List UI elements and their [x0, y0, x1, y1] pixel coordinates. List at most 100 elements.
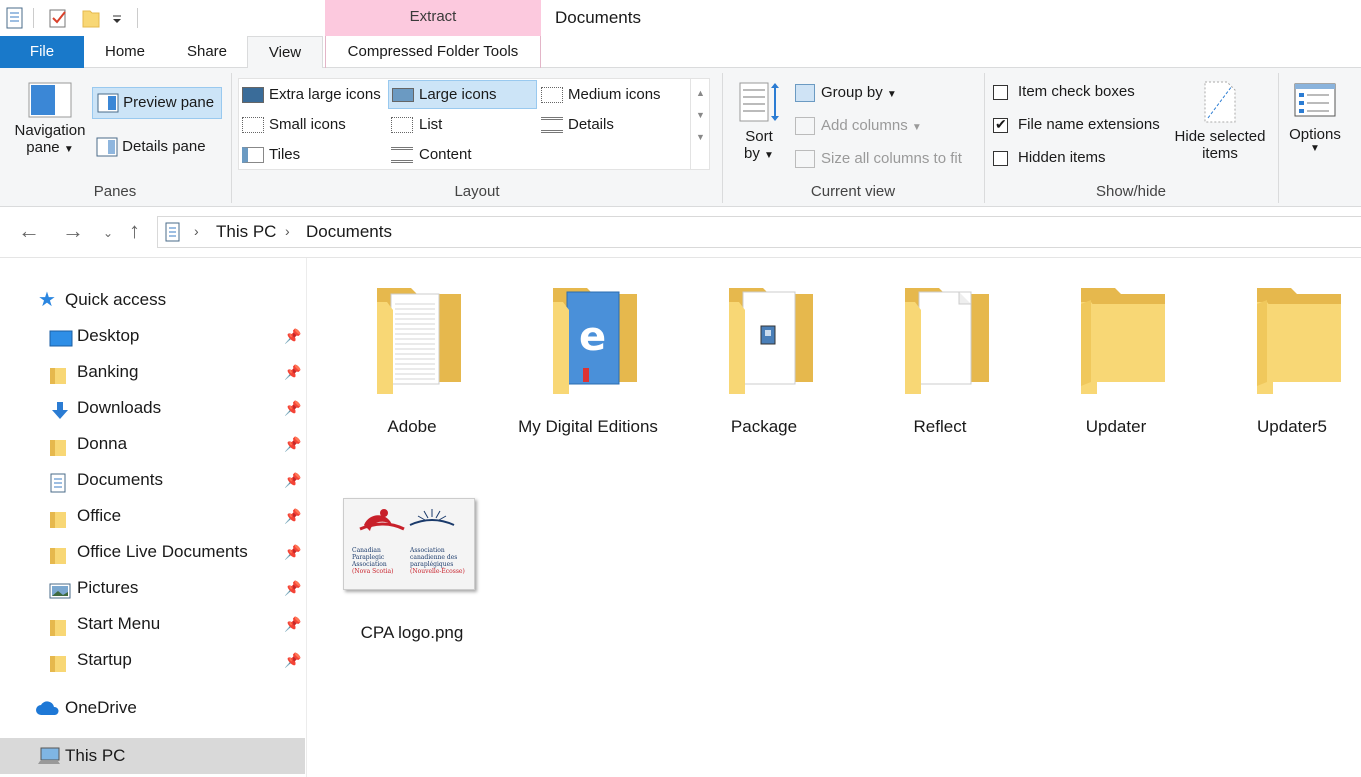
file-name-extensions-checkbox[interactable]: ✔ — [993, 116, 1008, 133]
layout-small-icons[interactable]: Small icons — [242, 112, 346, 138]
nav-this-pc[interactable]: This PC — [0, 738, 305, 774]
hidden-items-toggle[interactable]: Hidden items — [993, 146, 1106, 170]
pin-icon[interactable]: 📌 — [284, 462, 301, 498]
size-columns-button: Size all columns to fit — [795, 146, 962, 172]
hidden-items-checkbox[interactable] — [993, 150, 1008, 166]
layout-content[interactable]: Content — [391, 142, 472, 168]
pin-icon[interactable]: 📌 — [284, 642, 301, 678]
layout-large-icons[interactable]: Large icons — [388, 80, 537, 109]
navigation-pane-button[interactable]: Navigation pane ▼ — [8, 82, 92, 156]
layout-list[interactable]: List — [391, 112, 442, 138]
nav-onedrive[interactable]: OneDrive — [0, 690, 305, 726]
tab-file[interactable]: File — [0, 36, 84, 68]
sidebar-item-pictures[interactable]: Pictures 📌 — [0, 570, 305, 606]
pin-icon[interactable]: 📌 — [284, 354, 301, 390]
sidebar-item-donna[interactable]: Donna 📌 — [0, 426, 305, 462]
pin-icon[interactable]: 📌 — [284, 570, 301, 606]
layout-medium-icons[interactable]: Medium icons — [541, 82, 661, 108]
hide-selected-label-2: items — [1202, 145, 1238, 162]
sidebar-item-downloads[interactable]: Downloads 📌 — [0, 390, 305, 426]
group-by-button[interactable]: Group by ▼ — [795, 80, 897, 106]
sort-by-button[interactable]: Sort by ▼ — [736, 80, 782, 162]
sidebar-item-documents[interactable]: Documents 📌 — [0, 462, 305, 498]
sidebar-item-office[interactable]: Office 📌 — [0, 498, 305, 534]
options-label: Options — [1289, 126, 1341, 143]
folder-icon — [1227, 276, 1357, 411]
folder-item[interactable]: e My Digital Editions — [513, 276, 663, 486]
window-title: Documents — [555, 8, 641, 27]
scroll-up-icon[interactable]: ▲ — [691, 86, 710, 100]
ribbon-tabs: File Home Share View Compressed Folder T… — [0, 36, 1361, 69]
hide-selected-items-button[interactable]: Hide selected items — [1170, 80, 1270, 162]
properties-icon[interactable] — [4, 6, 26, 30]
layout-extra-large-icons[interactable]: Extra large icons — [242, 82, 381, 108]
sidebar-item-startup[interactable]: Startup 📌 — [0, 642, 305, 678]
tab-home[interactable]: Home — [92, 36, 158, 68]
add-columns-icon — [795, 117, 815, 136]
checkmark-icon[interactable] — [47, 6, 69, 30]
layout-tiles[interactable]: Tiles — [242, 142, 300, 168]
breadcrumb-documents[interactable]: Documents — [306, 222, 392, 242]
hide-selected-icon — [1204, 81, 1236, 123]
breadcrumb-separator-icon[interactable]: › — [194, 223, 199, 239]
details-pane-label: Details pane — [122, 138, 206, 155]
up-arrow-icon[interactable]: ↑ — [129, 218, 140, 244]
recent-locations-chevron-icon[interactable]: ⌄ — [103, 220, 113, 246]
sidebar-item-label: Documents — [77, 470, 163, 489]
logo-text: Association — [410, 547, 445, 554]
pin-icon[interactable]: 📌 — [284, 606, 301, 642]
add-columns-button: Add columns ▼ — [795, 113, 922, 139]
sidebar-item-office-live-documents[interactable]: Office Live Documents 📌 — [0, 534, 305, 570]
large-icons-icon — [392, 88, 414, 103]
navigation-pane-label: Navigation — [14, 122, 86, 139]
sidebar-item-start-menu[interactable]: Start Menu 📌 — [0, 606, 305, 642]
folder-item[interactable]: Updater — [1041, 276, 1191, 486]
gallery-expand-icon[interactable]: ▼ — [691, 130, 710, 144]
navigation-pane-label-2: pane — [26, 139, 60, 156]
pin-icon[interactable]: 📌 — [284, 498, 301, 534]
hide-selected-label: Hide selected — [1174, 128, 1266, 145]
file-name: My Digital Editions — [518, 417, 658, 436]
layout-details[interactable]: Details — [541, 112, 614, 138]
ribbon-view: Navigation pane ▼ Preview pane Details p… — [0, 68, 1361, 207]
new-folder-icon[interactable] — [80, 6, 102, 30]
extra-large-icons-label: Extra large icons — [269, 86, 381, 103]
folder-item[interactable]: Package — [689, 276, 839, 486]
item-check-boxes-toggle[interactable]: Item check boxes — [993, 80, 1135, 104]
folder-item[interactable]: Reflect — [865, 276, 1015, 486]
scroll-down-icon[interactable]: ▼ — [691, 108, 710, 122]
group-by-label: Group by — [821, 84, 883, 101]
image-thumbnail: Canadian Paraplegic Association (Nova Scoti… — [343, 498, 475, 590]
preview-pane-button[interactable]: Preview pane — [92, 87, 222, 119]
nav-quick-access[interactable]: ★ Quick access — [0, 282, 305, 318]
pin-icon[interactable]: 📌 — [284, 426, 301, 462]
pin-icon[interactable]: 📌 — [284, 390, 301, 426]
back-arrow-icon[interactable]: ← — [18, 218, 40, 244]
folder-item[interactable]: Updater5 — [1217, 276, 1361, 486]
medium-icons-label: Medium icons — [568, 86, 661, 103]
star-icon: ★ — [38, 289, 56, 311]
customize-dropdown-icon[interactable] — [108, 6, 130, 30]
address-bar[interactable]: › This PC › Documents — [157, 216, 1361, 248]
options-button[interactable]: Options ▼ — [1284, 82, 1346, 154]
breadcrumb-this-pc[interactable]: This PC — [216, 222, 276, 242]
sidebar-item-banking[interactable]: Banking 📌 — [0, 354, 305, 390]
details-pane-button[interactable]: Details pane — [96, 134, 206, 164]
sidebar-item-desktop[interactable]: Desktop 📌 — [0, 318, 305, 354]
item-check-boxes-checkbox[interactable] — [993, 84, 1008, 100]
sort-icon — [739, 82, 779, 122]
forward-arrow-icon[interactable]: → — [62, 218, 84, 244]
file-item[interactable]: Canadian Paraplegic Association (Nova Scoti… — [337, 258, 487, 642]
pin-icon[interactable]: 📌 — [284, 534, 301, 570]
logo-text: paraplégiques — [410, 561, 454, 568]
breadcrumb-separator-icon[interactable]: › — [285, 223, 290, 239]
tab-share[interactable]: Share — [176, 36, 238, 68]
pin-icon[interactable]: 📌 — [284, 318, 301, 354]
tab-view[interactable]: View — [247, 36, 323, 69]
tab-compressed-folder-tools[interactable]: Compressed Folder Tools — [325, 36, 541, 68]
file-name-extensions-label: File name extensions — [1018, 116, 1160, 133]
chevron-down-icon: ▼ — [63, 144, 74, 155]
layout-gallery-scrollbar[interactable]: ▲ ▼ ▼ — [690, 78, 710, 170]
file-name-extensions-toggle[interactable]: ✔ File name extensions — [993, 113, 1160, 137]
large-icons-label: Large icons — [419, 86, 497, 103]
